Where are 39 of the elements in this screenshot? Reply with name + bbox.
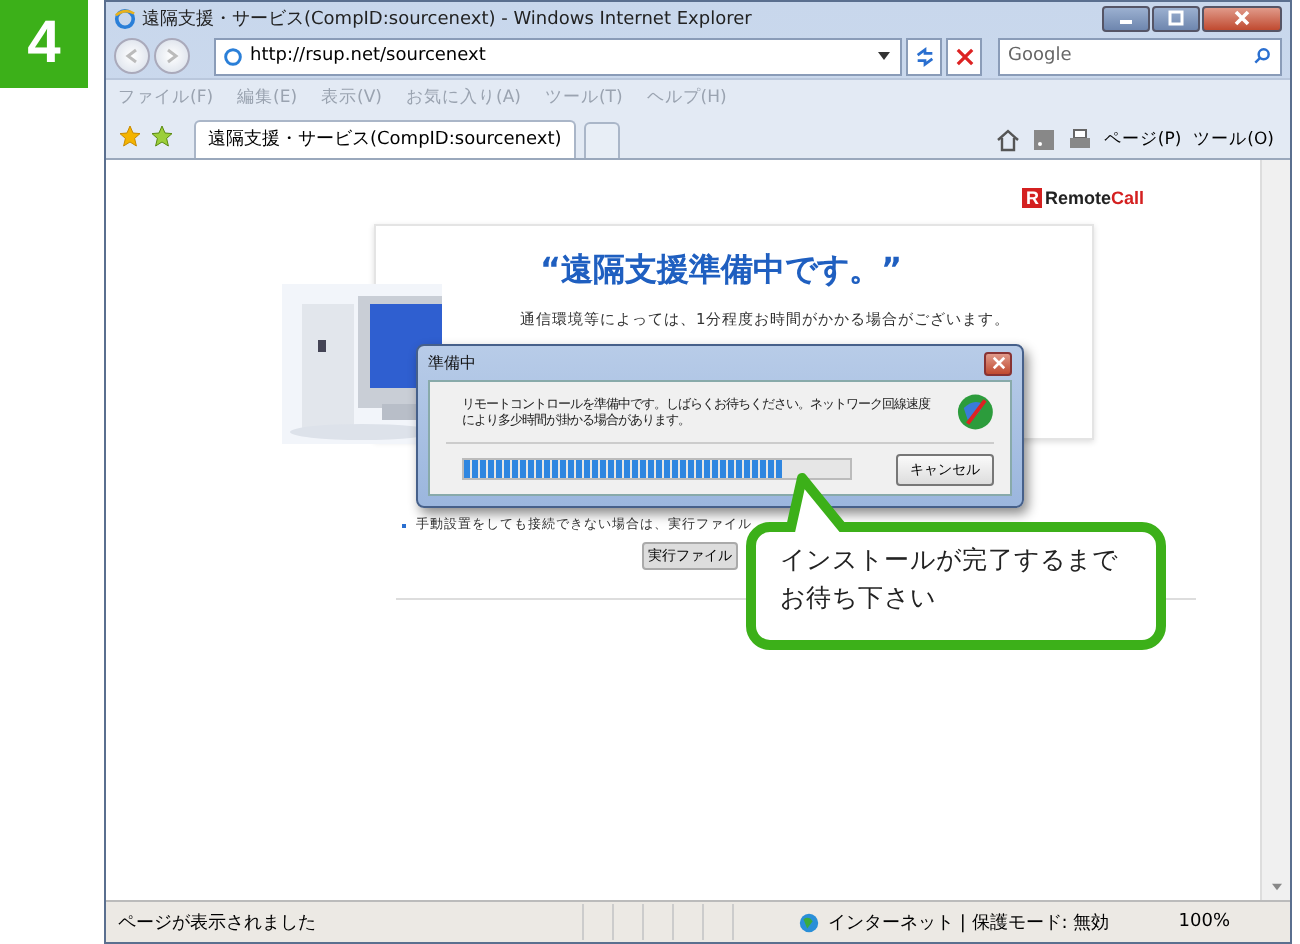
status-text: ページが表示されました	[118, 911, 318, 935]
refresh-icon	[913, 45, 935, 67]
feed-icon[interactable]	[1031, 128, 1056, 152]
scroll-down-icon[interactable]	[1269, 882, 1283, 892]
close-icon	[1232, 10, 1252, 26]
stop-icon	[955, 47, 973, 65]
close-button[interactable]	[1202, 5, 1282, 31]
dialog-title: 準備中	[428, 352, 476, 374]
close-icon	[991, 356, 1005, 370]
favorites-star-icon[interactable]	[118, 124, 142, 148]
browser-logo-icon	[114, 7, 136, 29]
minimize-button[interactable]	[1102, 5, 1150, 31]
printer-icon[interactable]	[1067, 128, 1092, 152]
dropdown-icon[interactable]	[876, 50, 892, 62]
browser-tab[interactable]: 遠隔支援・サービス(CompID:sourcenext)	[194, 120, 576, 158]
search-icon[interactable]	[1252, 46, 1272, 66]
step-number-badge: 4	[0, 0, 88, 88]
zoom-button[interactable]: 100%	[1178, 912, 1230, 932]
page-heading: “遠隔支援準備中です。”	[540, 250, 905, 292]
close-button[interactable]	[984, 351, 1012, 375]
toolbar-menu-button[interactable]: ページ(P)	[1103, 128, 1182, 152]
logo: R RemoteCall	[1021, 188, 1144, 208]
refresh-button[interactable]	[906, 37, 942, 75]
home-icon[interactable]	[995, 128, 1020, 152]
toolbar-menu-button[interactable]: ツール(O)	[1193, 128, 1274, 152]
maximize-button[interactable]	[1152, 5, 1200, 31]
add-favorite-icon[interactable]	[150, 124, 174, 148]
stop-button[interactable]	[946, 37, 982, 75]
callout-text: お待ち下さい	[780, 580, 938, 616]
security-zone-text: インターネット | 保護モード: 無効	[828, 911, 1110, 935]
window-title: 遠隔支援・サービス(CompID:sourcenext) - Windows Internet Explorer	[142, 7, 754, 31]
globe-icon	[955, 392, 994, 432]
page-icon	[222, 45, 244, 67]
address-bar[interactable]: http://rsup.net/sourcenext	[214, 37, 902, 75]
globe-icon	[798, 911, 820, 933]
callout-text: インストールが完了するまで	[780, 542, 1120, 578]
maximize-icon	[1166, 10, 1186, 26]
address-field[interactable]: http://rsup.net/sourcenext	[250, 46, 876, 66]
search-bar[interactable]: Google	[998, 37, 1282, 75]
